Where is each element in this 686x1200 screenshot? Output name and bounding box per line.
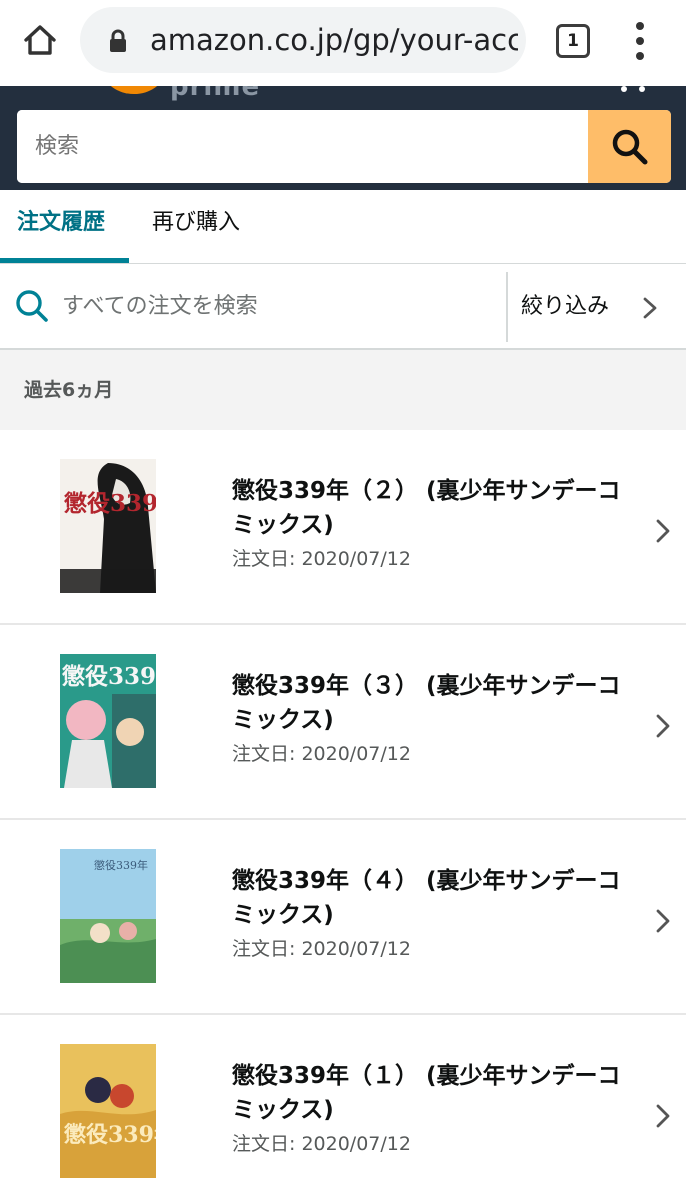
order-date: 注文日: 2020/07/12 bbox=[232, 548, 411, 570]
home-icon[interactable] bbox=[20, 20, 60, 60]
order-item-title[interactable]: 懲役339年（１） (裏少年サンデーコミックス) bbox=[232, 1059, 632, 1127]
order-search-bar: 絞り込み bbox=[0, 264, 686, 350]
tab-switcher-button[interactable]: 1 bbox=[556, 24, 590, 58]
site-search-input[interactable] bbox=[17, 110, 587, 183]
browser-toolbar: amazon.co.jp/gp/your-account/order-histo… bbox=[0, 0, 686, 86]
more-options-icon[interactable] bbox=[630, 22, 650, 62]
order-date: 注文日: 2020/07/12 bbox=[232, 1133, 411, 1155]
order-tabs: 注文履歴 再び購入 bbox=[0, 190, 686, 264]
chevron-right-icon bbox=[640, 296, 660, 320]
book-cover-image[interactable]: 懲役339年 bbox=[60, 849, 156, 983]
period-label: 過去6ヵ月 bbox=[24, 379, 114, 401]
order-item[interactable]: 懲役339年 懲役339年（２） (裏少年サンデーコミックス) 注文日: 202… bbox=[0, 430, 686, 625]
chevron-right-icon bbox=[654, 518, 672, 544]
amazon-logo[interactable] bbox=[104, 86, 164, 94]
site-search-box bbox=[17, 110, 671, 183]
site-search-button[interactable] bbox=[588, 110, 671, 183]
book-cover-image[interactable]: 懲役339年 bbox=[60, 1044, 156, 1178]
cover-title: 懲役339年 bbox=[62, 663, 156, 690]
tab-buy-again[interactable]: 再び購入 bbox=[152, 208, 240, 238]
cart-icon[interactable] bbox=[618, 86, 648, 92]
chevron-right-icon bbox=[654, 1103, 672, 1129]
order-item-title[interactable]: 懲役339年（３） (裏少年サンデーコミックス) bbox=[232, 669, 632, 737]
lock-icon bbox=[108, 29, 128, 53]
cover-title: 懲役339年 bbox=[63, 1122, 156, 1148]
chevron-right-icon bbox=[654, 908, 672, 934]
order-search-input[interactable] bbox=[62, 286, 492, 326]
search-icon bbox=[612, 129, 647, 164]
prime-logo-text: prime bbox=[170, 86, 261, 102]
search-icon bbox=[14, 288, 50, 324]
book-cover-image[interactable]: 懲役339年 bbox=[60, 459, 156, 593]
address-bar[interactable]: amazon.co.jp/gp/your-account/order-histo… bbox=[80, 7, 526, 73]
order-item-title[interactable]: 懲役339年（４） (裏少年サンデーコミックス) bbox=[232, 864, 632, 932]
order-item-title[interactable]: 懲役339年（２） (裏少年サンデーコミックス) bbox=[232, 474, 632, 542]
cover-title: 懲役339年 bbox=[94, 858, 148, 872]
tab-order-history[interactable]: 注文履歴 bbox=[17, 208, 105, 238]
active-tab-indicator bbox=[0, 258, 129, 263]
order-item[interactable]: 懲役339年 懲役339年（１） (裏少年サンデーコミックス) 注文日: 202… bbox=[0, 1015, 686, 1200]
order-date: 注文日: 2020/07/12 bbox=[232, 743, 411, 765]
order-item[interactable]: 懲役339年 懲役339年（３） (裏少年サンデーコミックス) 注文日: 202… bbox=[0, 625, 686, 820]
filter-button[interactable]: 絞り込み bbox=[508, 264, 686, 348]
url-text: amazon.co.jp/gp/your-account/order-histo… bbox=[150, 23, 518, 57]
site-header: prime bbox=[0, 86, 686, 190]
order-date: 注文日: 2020/07/12 bbox=[232, 938, 411, 960]
period-header: 過去6ヵ月 bbox=[0, 350, 686, 430]
book-cover-image[interactable]: 懲役339年 bbox=[60, 654, 156, 788]
chevron-right-icon bbox=[654, 713, 672, 739]
cover-title: 懲役339年 bbox=[64, 490, 156, 517]
order-item[interactable]: 懲役339年 懲役339年（４） (裏少年サンデーコミックス) 注文日: 202… bbox=[0, 820, 686, 1015]
filter-label: 絞り込み bbox=[521, 294, 610, 319]
